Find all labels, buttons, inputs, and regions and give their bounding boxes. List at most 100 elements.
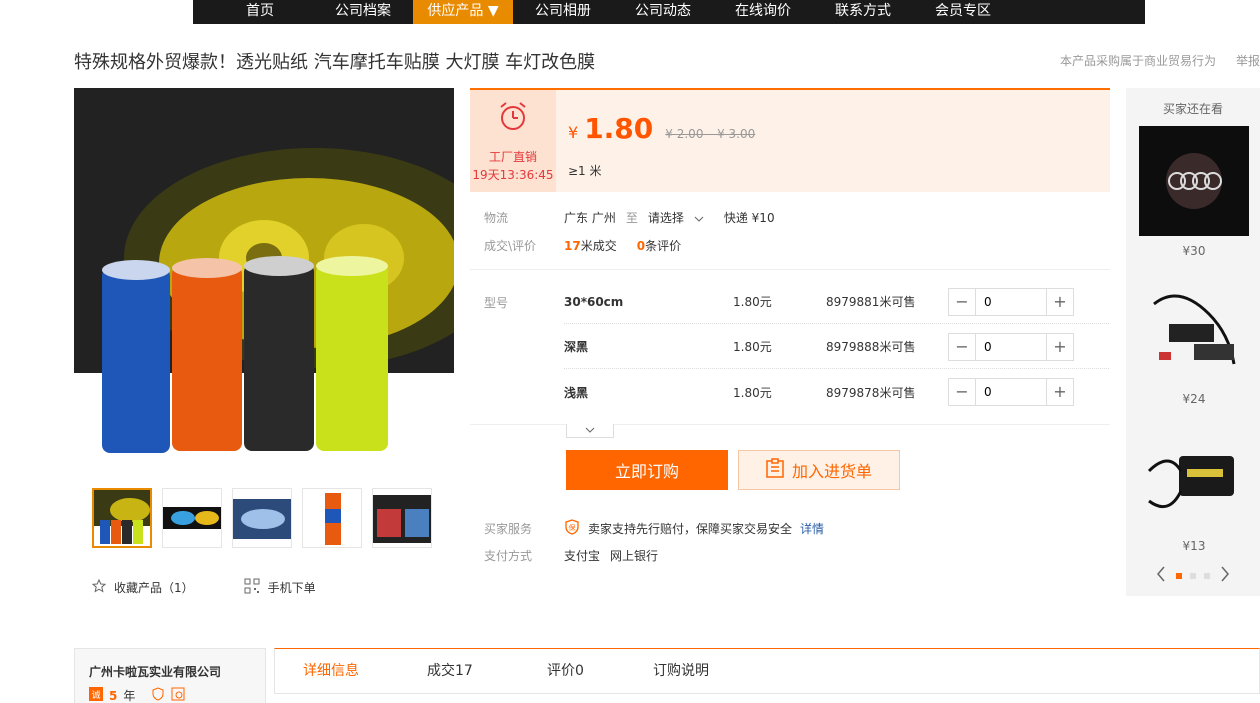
to-word: 至 (625, 211, 638, 225)
sku-row: 深黑 1.80元 8979888米可售 − + (564, 325, 1109, 369)
deal-count: 17 (564, 238, 581, 253)
nav-company-profile[interactable]: 公司档案 (313, 0, 413, 24)
quantity-input[interactable] (975, 379, 1047, 405)
main-product-image[interactable] (74, 88, 454, 468)
mobile-order-label: 手机下单 (267, 581, 316, 595)
logistics-key: 物流 (484, 211, 509, 225)
thumbnail-strip (92, 488, 432, 548)
svg-text:诚: 诚 (91, 689, 100, 701)
nav-contact[interactable]: 联系方式 (813, 0, 913, 24)
plus-button[interactable]: + (1047, 288, 1073, 315)
price-panel: 工厂直销 19天13:36:45 ¥ 1.80 ¥ 2.00 – ¥ 3.00 … (470, 88, 1110, 192)
carousel-dots (1176, 573, 1210, 579)
tab-reviews[interactable]: 评价0 (547, 649, 653, 693)
carousel-dot[interactable] (1176, 573, 1182, 579)
recommended-item-price: ¥30 (1182, 244, 1206, 258)
sku-price: 1.80元 (733, 340, 772, 354)
add-to-cart-label: 加入进货单 (791, 462, 872, 481)
header-links: 本产品采购属于商业贸易行为 举报 (1060, 52, 1260, 69)
nav-home[interactable]: 首页 (221, 0, 299, 24)
deals-key: 成交\评价 (484, 239, 537, 253)
currency-symbol: ¥ (568, 123, 579, 142)
sku-row: 浅黑 1.80元 8979878米可售 − + (564, 370, 1109, 414)
deal-count-suffix: 米成交 (580, 239, 617, 253)
company-card: 广州卡啦瓦实业有限公司 诚 5 年 (74, 648, 266, 703)
tab-order-notes[interactable]: 订购说明 (653, 649, 773, 693)
expand-skus-button[interactable] (566, 424, 614, 438)
quantity-stepper: − + (948, 332, 1074, 361)
tab-transactions[interactable]: 成交17 (427, 649, 547, 693)
sku-name: 深黑 (564, 340, 589, 354)
report-link[interactable]: 举报 (1236, 52, 1260, 69)
nav-news[interactable]: 公司动态 (613, 0, 713, 24)
years-count: 5 (109, 688, 118, 703)
add-to-cart-button[interactable]: 加入进货单 (738, 450, 900, 490)
thumbnail-5[interactable] (372, 488, 432, 548)
certificate-icon (171, 687, 185, 703)
minus-button[interactable]: − (949, 333, 975, 360)
mobile-order-button[interactable]: 手机下单 (244, 578, 316, 597)
plus-button[interactable]: + (1047, 379, 1073, 405)
also-viewed-title: 买家还在看 (1162, 102, 1223, 116)
plus-button[interactable]: + (1047, 333, 1073, 360)
guarantee-icon: 保 (564, 519, 580, 538)
years-suffix: 年 (123, 689, 136, 703)
divider (470, 269, 1110, 270)
price-display: ¥ 1.80 ¥ 2.00 – ¥ 3.00 (568, 112, 755, 145)
recommended-item[interactable]: ¥13 (1139, 421, 1249, 553)
carousel-dot[interactable] (1190, 573, 1196, 579)
original-price: ¥ 2.00 – ¥ 3.00 (665, 127, 756, 141)
sku-label: 型号 (484, 296, 509, 310)
minus-button[interactable]: − (949, 379, 975, 405)
destination-label: 请选择 (647, 211, 684, 225)
sku-stock: 8979881米可售 (826, 295, 916, 309)
recommended-item-image (1139, 126, 1249, 236)
review-count-suffix[interactable]: 条评价 (645, 237, 681, 254)
review-count: 0 (636, 238, 646, 253)
thumbnail-2[interactable] (162, 488, 222, 548)
quantity-input[interactable] (975, 288, 1047, 315)
nav-inquiry[interactable]: 在线询价 (713, 0, 813, 24)
service-row: 买家服务 保 卖家支持先行赔付，保障买家交易安全 详情 (484, 519, 824, 538)
product-photo (74, 88, 454, 468)
product-title: 特殊规格外贸爆款！透光贴纸 汽车摩托车贴膜 大灯膜 车灯改色膜 (74, 52, 596, 73)
payment-bank: 网上银行 (610, 549, 659, 563)
payment-row: 支付方式 支付宝 网上银行 (484, 547, 658, 564)
logistics-row: 物流 广东 广州 至 请选择 快递 ¥10 (484, 209, 775, 226)
favorite-button[interactable]: 收藏产品（1） (91, 578, 194, 596)
buy-now-button[interactable]: 立即订购 (566, 450, 728, 490)
recommended-item-image (1139, 274, 1249, 384)
service-details-link[interactable]: 详情 (800, 520, 824, 537)
ship-from: 广东 广州 (564, 211, 616, 225)
carousel-dot[interactable] (1204, 573, 1210, 579)
thumbnail-1[interactable] (92, 488, 152, 548)
recommended-item[interactable]: ¥24 (1139, 274, 1249, 406)
star-icon (91, 578, 107, 596)
minimum-order: ≥1 米 (568, 164, 602, 178)
recommended-item-image (1139, 421, 1249, 531)
express-fee: 快递 ¥10 (723, 211, 775, 225)
tab-details[interactable]: 详细信息 (303, 649, 427, 693)
chevron-right-icon[interactable] (1220, 566, 1230, 586)
chevron-left-icon[interactable] (1156, 566, 1166, 586)
quantity-stepper: − + (948, 287, 1074, 316)
trust-badge-icon: 诚 (89, 687, 103, 703)
minus-button[interactable]: − (949, 288, 975, 315)
deals-row: 成交\评价 17 米成交 0 条评价 (484, 237, 681, 254)
top-nav: 首页 公司档案 供应产品 ▼ 公司相册 公司动态 在线询价 联系方式 会员专区 (193, 0, 1145, 24)
nav-album[interactable]: 公司相册 (513, 0, 613, 24)
nav-products[interactable]: 供应产品 ▼ (413, 0, 513, 24)
trade-note: 本产品采购属于商业贸易行为 (1059, 54, 1216, 68)
service-key: 买家服务 (484, 522, 533, 536)
thumbnail-3[interactable] (232, 488, 292, 548)
factory-promo: 工厂直销 19天13:36:45 (470, 90, 556, 192)
alarm-clock-icon (497, 100, 529, 135)
nav-members[interactable]: 会员专区 (913, 0, 1013, 24)
destination-select[interactable]: 请选择 (648, 209, 704, 226)
thumbnail-4[interactable] (302, 488, 362, 548)
quantity-input[interactable] (975, 333, 1047, 360)
recommended-item[interactable]: ¥30 (1139, 126, 1249, 258)
sku-name: 30*60cm (564, 294, 624, 309)
sku-stock: 8979888米可售 (826, 340, 916, 354)
company-name[interactable]: 广州卡啦瓦实业有限公司 (89, 663, 221, 680)
